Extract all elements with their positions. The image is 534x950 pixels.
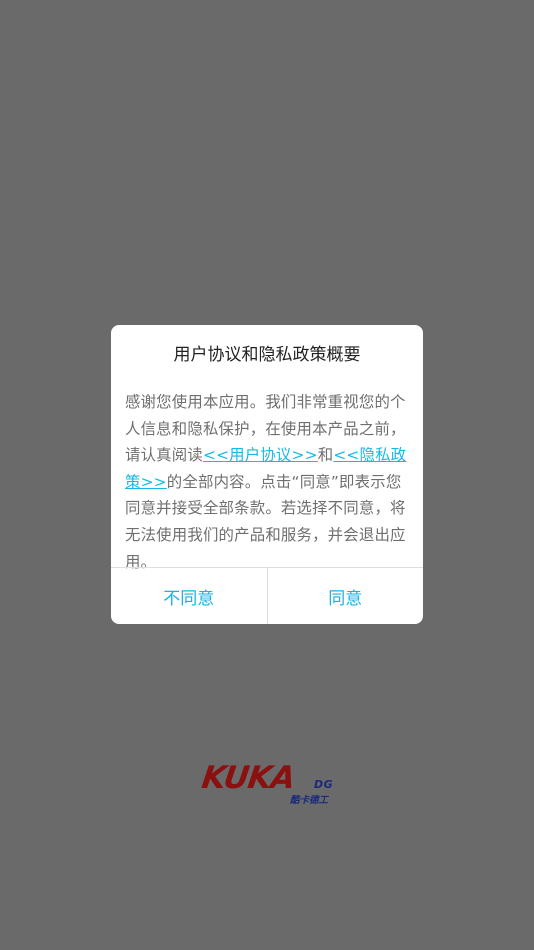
body-text-and: 和 (317, 446, 334, 465)
dialog-button-bar: 不同意 同意 (111, 567, 423, 624)
user-agreement-link[interactable]: <<用户协议>> (203, 446, 318, 464)
disagree-button[interactable]: 不同意 (111, 568, 268, 624)
logo-suffix: DG (314, 778, 334, 791)
agree-button[interactable]: 同意 (268, 568, 424, 624)
body-text-after: 的全部内容。点击“同意”即表示您同意并接受全部条款。若选择不同意，将无法使用我们… (125, 472, 406, 571)
privacy-dialog: 用户协议和隐私政策概要 感谢您使用本应用。我们非常重视您的个人信息和隐私保护，在… (111, 325, 423, 624)
dialog-title: 用户协议和隐私政策概要 (173, 345, 361, 365)
logo-wordmark: KUKA (199, 760, 297, 796)
dialog-body: 感谢您使用本应用。我们非常重视您的个人信息和隐私保护，在使用本产品之前，请认真阅… (125, 389, 413, 575)
kuka-logo: KUKA DG 酷卡德工 (199, 760, 342, 810)
logo-chinese-name: 酷卡德工 (290, 795, 329, 806)
